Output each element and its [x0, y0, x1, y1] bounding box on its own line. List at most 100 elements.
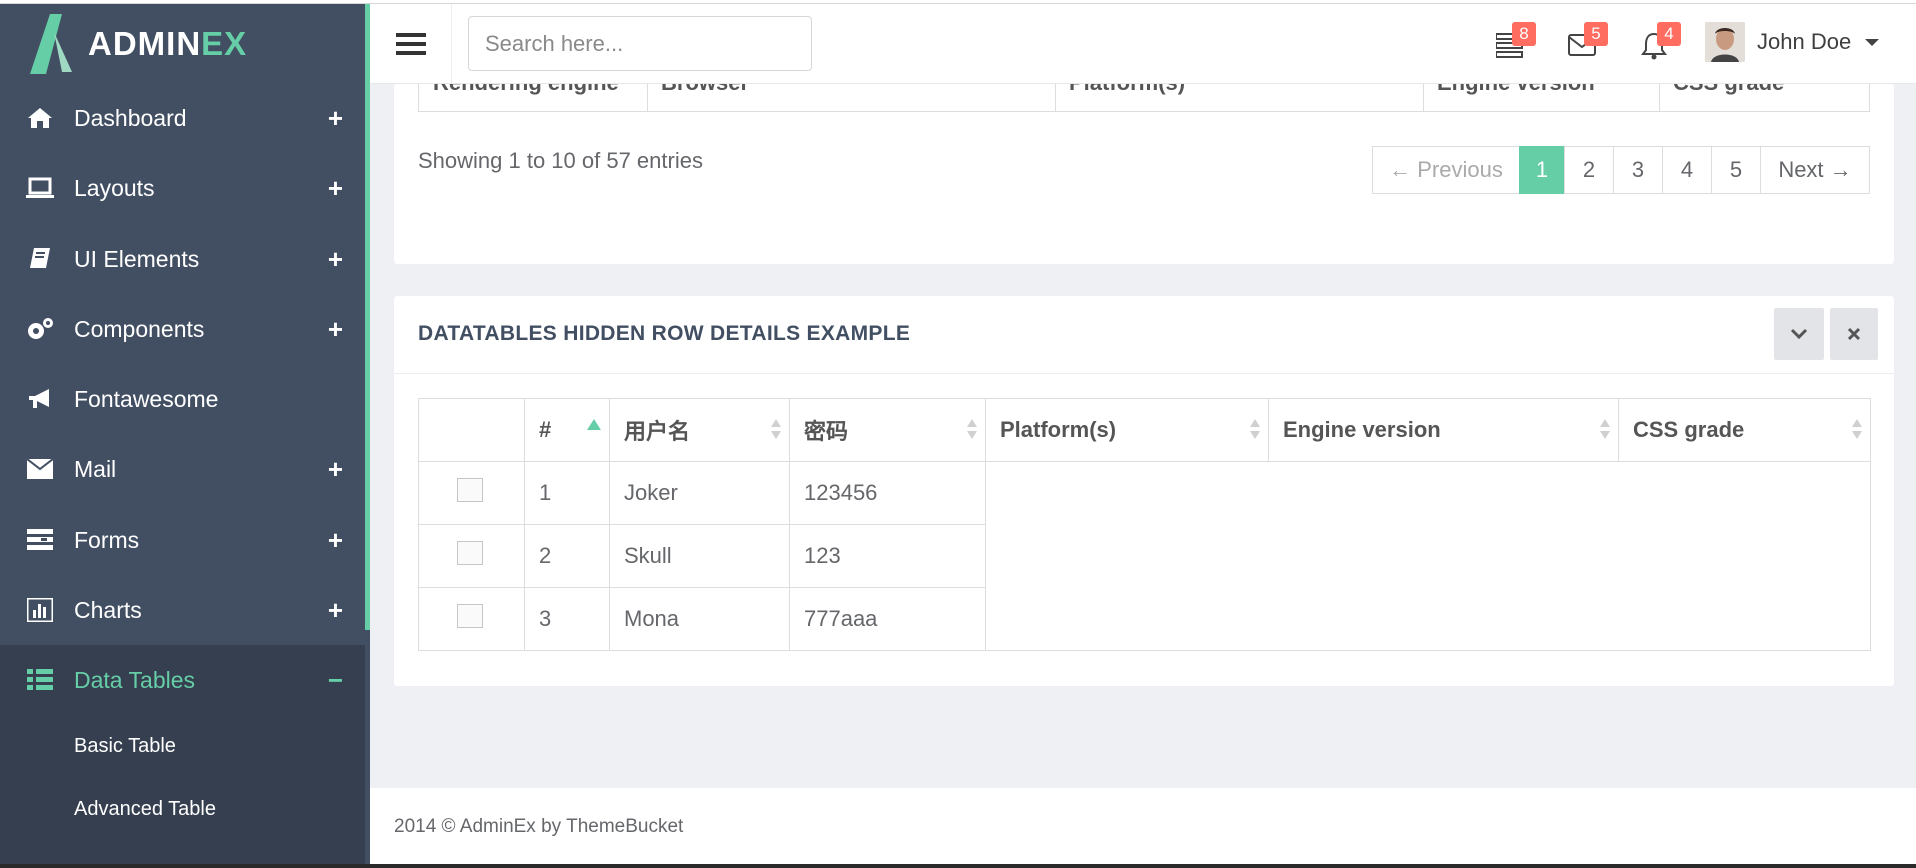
- sidebar-item-label: Data Tables: [74, 666, 196, 693]
- hamburger-icon: [395, 33, 426, 55]
- cogs-icon: [26, 315, 54, 343]
- column-header-username[interactable]: 用户名: [609, 398, 790, 462]
- page-button-4[interactable]: 4: [1662, 146, 1712, 194]
- column-divider: [1659, 84, 1660, 111]
- details-toggle-cell[interactable]: [418, 587, 525, 651]
- column-header-details: [418, 398, 525, 462]
- sidebar-accent-bar: [365, 0, 370, 630]
- expand-icon: +: [327, 453, 343, 484]
- tasks-badge: 8: [1512, 22, 1536, 46]
- laptop-icon: [26, 174, 54, 202]
- home-icon: [26, 104, 54, 132]
- details-toggle-cell[interactable]: [418, 524, 525, 588]
- panel-title: DATATABLES HIDDEN ROW DETAILS EXAMPLE: [418, 322, 911, 345]
- sidebar-item-dashboard[interactable]: Dashboard +: [0, 83, 365, 153]
- page-button-5[interactable]: 5: [1711, 146, 1761, 194]
- column-header[interactable]: Browser: [661, 84, 749, 96]
- column-header-engine-version[interactable]: Engine version: [1268, 398, 1619, 462]
- page-button-3[interactable]: 3: [1613, 146, 1663, 194]
- messages-dropdown-button[interactable]: 5: [1568, 22, 1608, 62]
- tasks-dropdown-button[interactable]: 8: [1495, 22, 1536, 62]
- sidebar-item-charts[interactable]: Charts +: [0, 575, 365, 645]
- user-menu-button[interactable]: John Doe: [1705, 22, 1880, 62]
- column-header[interactable]: Platform(s): [1069, 84, 1185, 96]
- next-page-button[interactable]: Next →: [1760, 146, 1870, 194]
- cell-password: 123: [789, 524, 986, 588]
- sidebar-subitem-advanced-table[interactable]: Advanced Table: [74, 798, 216, 821]
- footer-text: 2014 © AdminEx by ThemeBucket: [394, 816, 684, 837]
- expand-icon: +: [327, 102, 343, 133]
- sidebar-item-mail[interactable]: Mail +: [0, 434, 365, 504]
- expand-icon: +: [327, 172, 343, 203]
- table-info: Showing 1 to 10 of 57 entries: [418, 148, 703, 173]
- cell-password: 123456: [789, 461, 986, 525]
- sort-icon: [1600, 419, 1610, 443]
- sidebar-item-data-tables[interactable]: Data Tables −: [0, 645, 365, 715]
- logo[interactable]: ADMINEX: [26, 12, 247, 76]
- notifications-dropdown-button[interactable]: 4: [1641, 22, 1681, 62]
- column-header-password[interactable]: 密码: [789, 398, 986, 462]
- caret-down-icon: [1865, 38, 1880, 46]
- cell-username: Joker: [609, 461, 790, 525]
- column-header-label: 用户名: [624, 419, 691, 444]
- sidebar-subitem-basic-table[interactable]: Basic Table: [74, 735, 176, 758]
- sidebar-item-ui-elements[interactable]: UI Elements +: [0, 224, 365, 294]
- sort-icon: [1250, 419, 1260, 443]
- hidden-row-details-panel: DATATABLES HIDDEN ROW DETAILS EXAMPLE # …: [394, 296, 1894, 686]
- empty-cell: [985, 461, 1871, 651]
- column-header[interactable]: CSS grade: [1673, 84, 1784, 96]
- collapse-panel-button[interactable]: [1774, 308, 1824, 360]
- sidebar-item-layouts[interactable]: Layouts +: [0, 153, 365, 223]
- table-row: 1 Joker 123456: [418, 461, 1871, 651]
- cell-number: 2: [524, 524, 610, 588]
- column-header-platform[interactable]: Platform(s): [985, 398, 1269, 462]
- chevron-down-icon: [1790, 328, 1808, 340]
- expand-icon: +: [327, 594, 343, 625]
- cell-password: 777aaa: [789, 587, 986, 651]
- sidebar-item-components[interactable]: Components +: [0, 294, 365, 364]
- envelope-icon: [26, 455, 54, 483]
- notifications-badge: 4: [1657, 22, 1681, 46]
- sort-ascending-icon: [587, 419, 601, 430]
- data-table: # 用户名 密码 Platform(s) Engine version CSS …: [418, 398, 1871, 651]
- column-header-number[interactable]: #: [524, 398, 610, 462]
- close-panel-button[interactable]: [1830, 308, 1878, 360]
- logo-text: ADMINEX: [88, 25, 247, 63]
- details-toggle-icon[interactable]: [457, 604, 483, 628]
- table-header-cut: Rendering engine Browser Platform(s) Eng…: [418, 84, 1870, 112]
- column-divider: [1423, 84, 1424, 111]
- search-input[interactable]: [468, 16, 812, 71]
- previous-page-button[interactable]: ← Previous: [1372, 146, 1520, 194]
- sidebar-item-fontawesome[interactable]: Fontawesome: [0, 364, 365, 434]
- page-button-2[interactable]: 2: [1564, 146, 1614, 194]
- panel-heading: DATATABLES HIDDEN ROW DETAILS EXAMPLE: [394, 296, 1894, 374]
- pagination: ← Previous 1 2 3 4 5 Next →: [1372, 146, 1870, 194]
- cell-number: 1: [524, 461, 610, 525]
- sidebar-item-label: Components: [74, 315, 205, 342]
- datatable-panel: Rendering engine Browser Platform(s) Eng…: [394, 84, 1894, 264]
- tasks-icon: [26, 526, 54, 554]
- sidebar-item-label: Fontawesome: [74, 385, 219, 412]
- sidebar-item-label: Layouts: [74, 174, 155, 201]
- column-header[interactable]: Engine version: [1437, 84, 1595, 96]
- page-button-1[interactable]: 1: [1519, 146, 1565, 194]
- sidebar-toggle-button[interactable]: [370, 4, 452, 84]
- sidebar-item-label: Forms: [74, 526, 140, 553]
- details-toggle-cell[interactable]: [418, 461, 525, 525]
- column-header-label: Platform(s): [1000, 417, 1117, 442]
- column-divider: [1055, 84, 1056, 111]
- details-toggle-icon[interactable]: [457, 541, 483, 565]
- logo-text-accent: EX: [201, 25, 248, 62]
- sort-icon: [771, 419, 781, 443]
- user-name: John Doe: [1757, 29, 1852, 54]
- avatar: [1705, 22, 1745, 62]
- column-header[interactable]: Rendering engine: [433, 84, 619, 96]
- column-header-css-grade[interactable]: CSS grade: [1618, 398, 1871, 462]
- th-list-icon: [26, 666, 54, 694]
- footer: 2014 © AdminEx by ThemeBucket: [370, 788, 1916, 868]
- details-toggle-icon[interactable]: [457, 478, 483, 502]
- expand-icon: +: [327, 524, 343, 555]
- sidebar-submenu: Basic Table Advanced Table: [0, 715, 365, 868]
- sidebar-item-forms[interactable]: Forms +: [0, 505, 365, 575]
- sidebar-item-label: Charts: [74, 596, 142, 623]
